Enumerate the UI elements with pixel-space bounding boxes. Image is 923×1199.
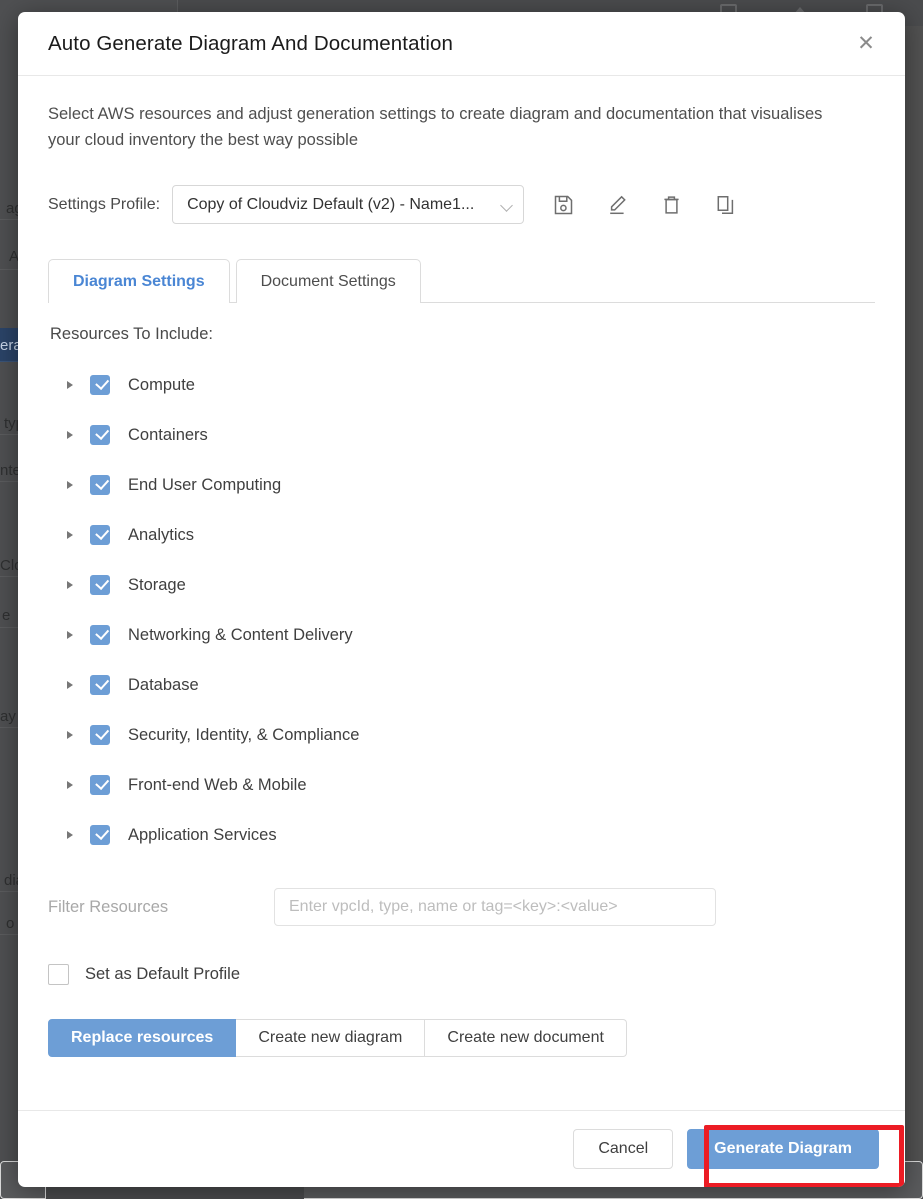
settings-tabs: Diagram Settings Document Settings bbox=[48, 258, 875, 304]
list-item[interactable]: Containers bbox=[62, 410, 875, 460]
delete-profile-button[interactable] bbox=[654, 188, 688, 222]
list-item[interactable]: Database bbox=[62, 660, 875, 710]
set-default-profile-label: Set as Default Profile bbox=[85, 965, 240, 984]
settings-profile-value: Copy of Cloudviz Default (v2) - Name1... bbox=[187, 195, 475, 213]
resources-to-include-label: Resources To Include: bbox=[50, 325, 213, 344]
chevron-right-icon[interactable] bbox=[62, 777, 78, 793]
resource-label: Compute bbox=[128, 375, 195, 394]
resource-checkbox[interactable] bbox=[90, 575, 110, 596]
resource-checkbox[interactable] bbox=[90, 675, 110, 696]
list-item[interactable]: Networking & Content Delivery bbox=[62, 610, 875, 660]
list-item[interactable]: Application Services bbox=[62, 810, 875, 860]
set-default-profile-row[interactable]: Set as Default Profile bbox=[48, 964, 875, 986]
chevron-right-icon[interactable] bbox=[62, 827, 78, 843]
segment-replace-resources[interactable]: Replace resources bbox=[48, 1019, 237, 1058]
background-text-fragment: e bbox=[2, 607, 11, 624]
resource-checkbox[interactable] bbox=[90, 725, 110, 746]
tab-document-settings[interactable]: Document Settings bbox=[235, 259, 421, 304]
generation-mode-segmented-control: Replace resources Create new diagram Cre… bbox=[48, 1019, 722, 1058]
resource-checkbox[interactable] bbox=[90, 375, 110, 396]
resource-label: Front-end Web & Mobile bbox=[128, 775, 307, 794]
resource-checkbox[interactable] bbox=[90, 475, 110, 496]
chevron-right-icon[interactable] bbox=[62, 427, 78, 443]
floppy-save-icon bbox=[554, 195, 573, 215]
duplicate-profile-button[interactable] bbox=[708, 188, 742, 222]
trash-delete-icon bbox=[662, 195, 681, 215]
auto-generate-dialog: Auto Generate Diagram And Documentation … bbox=[18, 12, 905, 1187]
dialog-title: Auto Generate Diagram And Documentation bbox=[48, 31, 454, 55]
list-item[interactable]: Front-end Web & Mobile bbox=[62, 760, 875, 810]
list-item[interactable]: Security, Identity, & Compliance bbox=[62, 710, 875, 760]
resource-label: Analytics bbox=[128, 525, 195, 544]
resource-checkbox[interactable] bbox=[90, 525, 110, 546]
chevron-right-icon[interactable] bbox=[62, 377, 78, 393]
chevron-right-icon[interactable] bbox=[62, 477, 78, 493]
pencil-edit-icon bbox=[607, 195, 627, 215]
chevron-right-icon[interactable] bbox=[62, 527, 78, 543]
cancel-button[interactable]: Cancel bbox=[573, 1129, 674, 1169]
chevron-down-icon bbox=[502, 201, 513, 208]
dialog-header: Auto Generate Diagram And Documentation … bbox=[18, 12, 905, 76]
resources-list: Compute Containers End User Computing An… bbox=[62, 360, 875, 860]
list-item[interactable]: Storage bbox=[62, 560, 875, 610]
copy-duplicate-icon bbox=[716, 195, 735, 215]
resource-label: Application Services bbox=[128, 825, 277, 844]
resource-label: End User Computing bbox=[128, 475, 282, 494]
set-default-profile-checkbox[interactable] bbox=[48, 964, 69, 986]
dialog-footer: Cancel Generate Diagram bbox=[18, 1110, 905, 1187]
dialog-description: Select AWS resources and adjust generati… bbox=[48, 105, 823, 149]
resource-checkbox[interactable] bbox=[90, 625, 110, 646]
settings-profile-row: Settings Profile: Copy of Cloudviz Defau… bbox=[48, 185, 875, 225]
generate-diagram-button[interactable]: Generate Diagram bbox=[687, 1129, 879, 1169]
dialog-body: Select AWS resources and adjust generati… bbox=[18, 76, 905, 1110]
resource-label: Security, Identity, & Compliance bbox=[128, 725, 360, 744]
resource-checkbox[interactable] bbox=[90, 825, 110, 846]
segment-create-new-diagram[interactable]: Create new diagram bbox=[236, 1019, 426, 1058]
resource-checkbox[interactable] bbox=[90, 775, 110, 796]
chevron-right-icon[interactable] bbox=[62, 727, 78, 743]
list-item[interactable]: Compute bbox=[62, 360, 875, 410]
list-item[interactable]: Analytics bbox=[62, 510, 875, 560]
filter-resources-label: Filter Resources bbox=[48, 897, 169, 916]
close-icon[interactable]: ✕ bbox=[849, 27, 883, 61]
tab-diagram-settings[interactable]: Diagram Settings bbox=[48, 259, 230, 304]
filter-resources-row: Filter Resources bbox=[48, 888, 875, 927]
chevron-right-icon[interactable] bbox=[62, 677, 78, 693]
resource-label: Storage bbox=[128, 575, 186, 594]
settings-profile-select[interactable]: Copy of Cloudviz Default (v2) - Name1... bbox=[172, 185, 525, 225]
segment-create-new-document[interactable]: Create new document bbox=[425, 1019, 627, 1058]
resource-label: Networking & Content Delivery bbox=[128, 625, 353, 644]
edit-profile-button[interactable] bbox=[600, 188, 634, 222]
save-profile-button[interactable] bbox=[546, 188, 580, 222]
filter-resources-input[interactable] bbox=[274, 888, 716, 927]
resource-label: Containers bbox=[128, 425, 208, 444]
list-item[interactable]: End User Computing bbox=[62, 460, 875, 510]
chevron-right-icon[interactable] bbox=[62, 577, 78, 593]
resource-checkbox[interactable] bbox=[90, 425, 110, 446]
resource-label: Database bbox=[128, 675, 199, 694]
profile-action-buttons bbox=[546, 188, 742, 222]
chevron-right-icon[interactable] bbox=[62, 627, 78, 643]
settings-profile-label: Settings Profile: bbox=[48, 195, 161, 213]
